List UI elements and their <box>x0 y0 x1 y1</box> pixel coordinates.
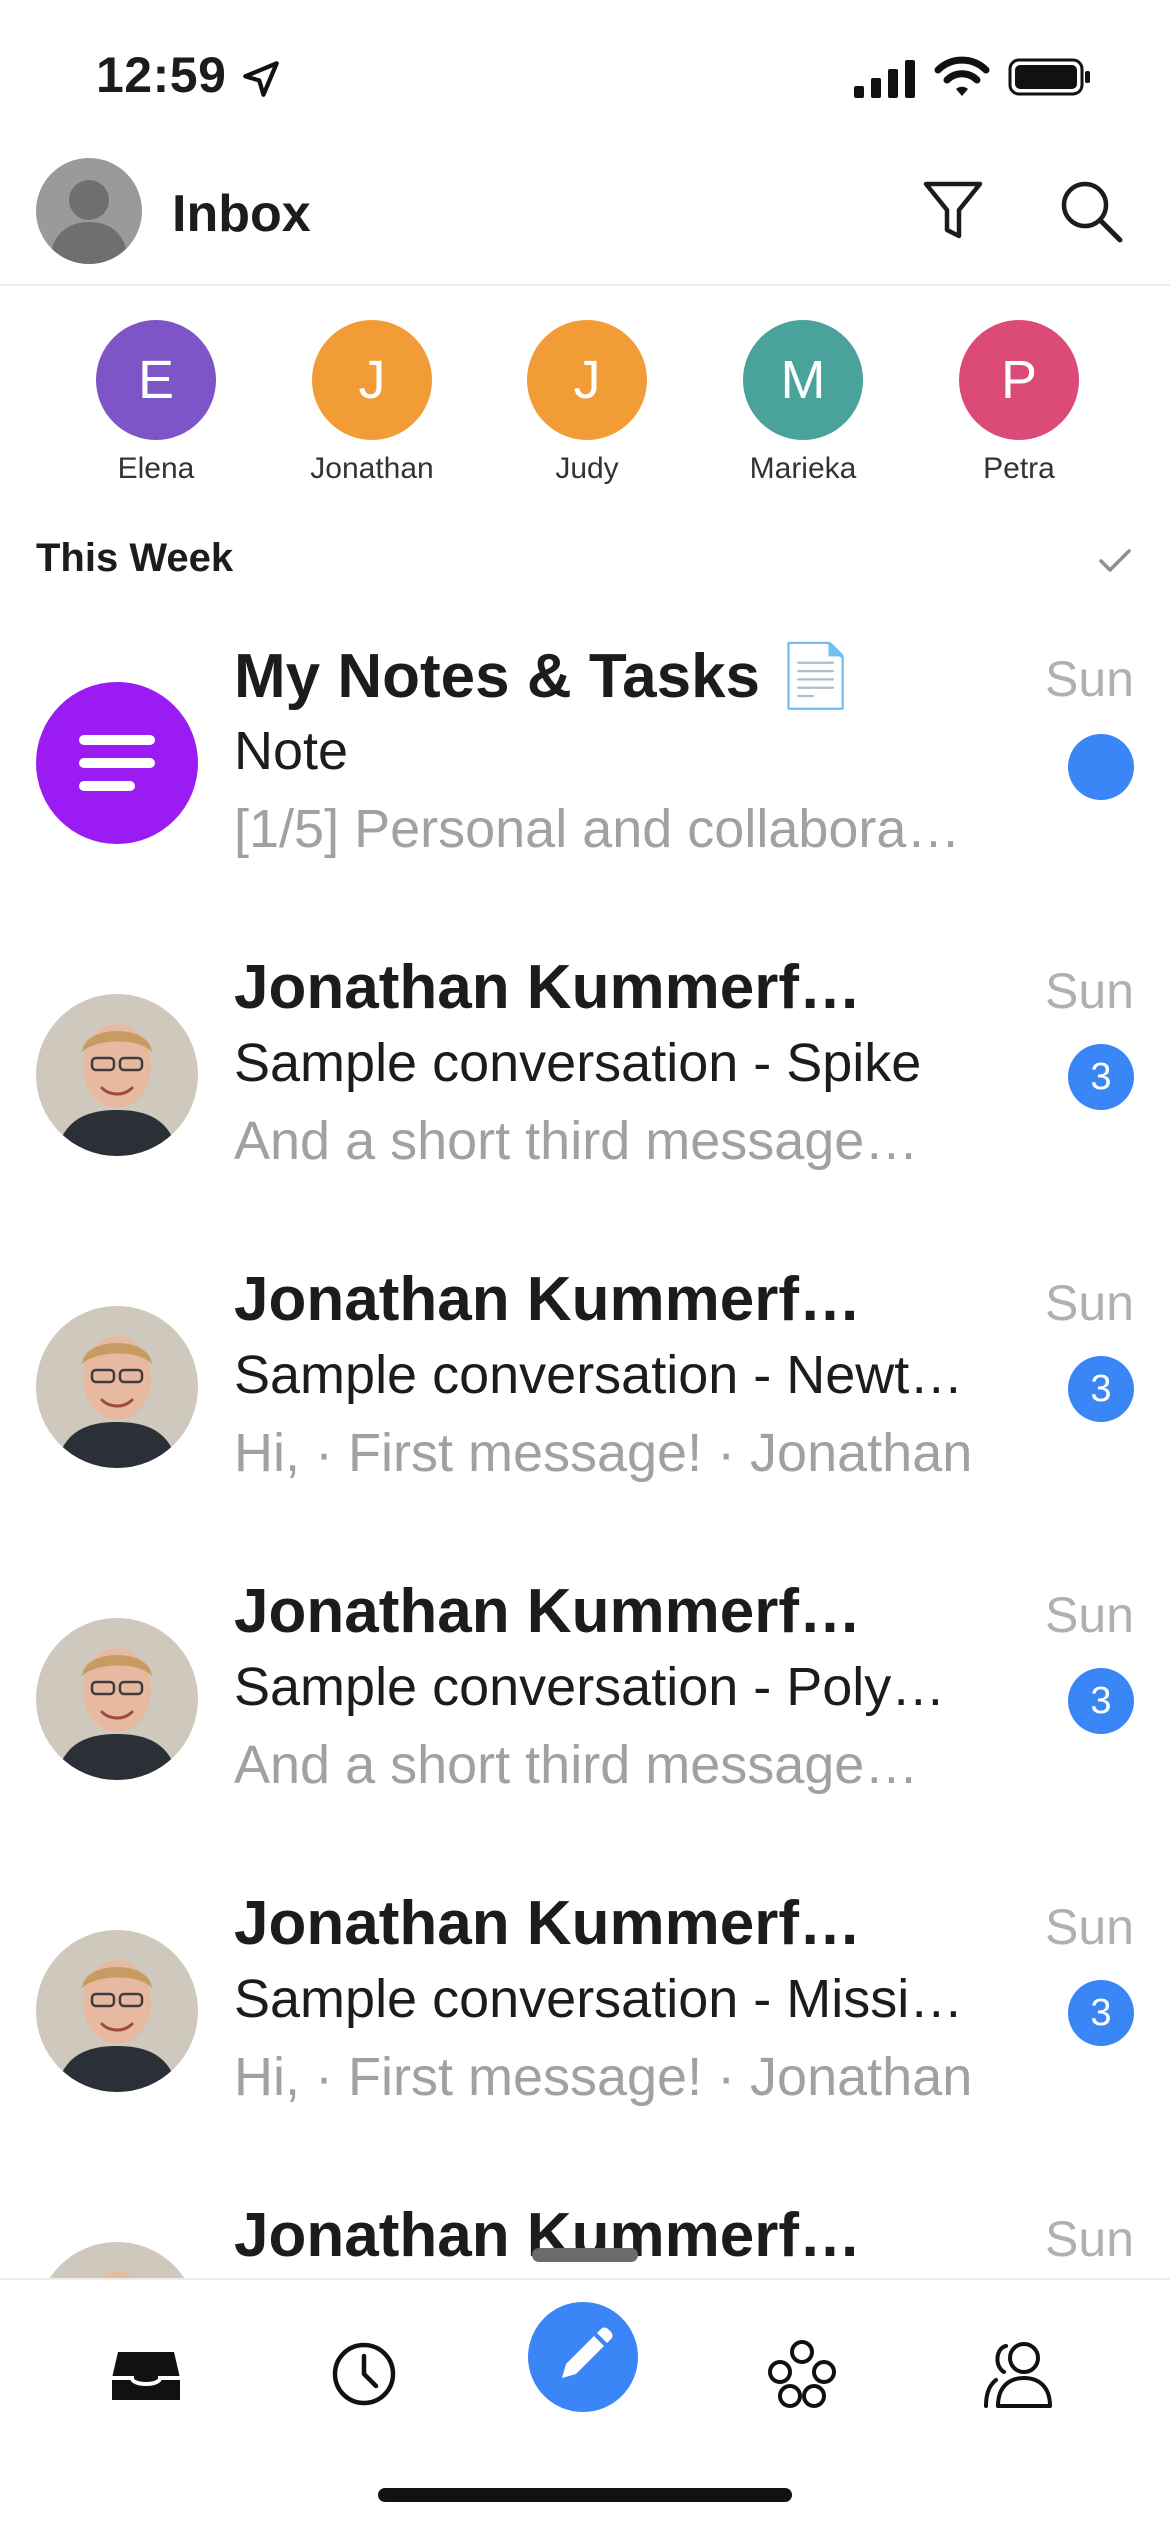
email-subject: Note <box>234 721 349 781</box>
page-title: Inbox <box>172 185 311 243</box>
email-date: Sun <box>1045 1587 1134 1643</box>
groups-icon[interactable] <box>762 2334 842 2414</box>
email-subject: Sample conversation - Missi… <box>234 1969 964 2029</box>
drag-handle[interactable] <box>532 2248 638 2262</box>
cellular-signal-icon <box>854 60 915 98</box>
location-arrow-icon <box>243 61 279 97</box>
email-preview: And a short third message… <box>234 1111 919 1171</box>
email-sender: Jonathan Kummerf… <box>234 1577 861 1646</box>
contact-avatar: J <box>312 320 432 440</box>
email-date: Sun <box>1045 1275 1134 1331</box>
battery-icon <box>1008 58 1090 96</box>
contact-marieka[interactable]: M Marieka <box>713 320 893 486</box>
contact-name: Petra <box>983 452 1055 485</box>
contact-name: Marieka <box>749 452 857 485</box>
unread-count-badge: 3 <box>1068 1980 1134 2046</box>
home-indicator <box>378 2488 792 2502</box>
email-row[interactable]: Jonathan Kummerf… Sun Sample conversatio… <box>0 1576 1170 1888</box>
inbox-icon[interactable] <box>106 2334 186 2414</box>
clock-icon[interactable] <box>324 2334 404 2414</box>
email-sender: My Notes & Tasks 📄 <box>234 642 855 711</box>
email-row[interactable]: Jonathan Kummerf… Sun Sample conversatio… <box>0 1888 1170 2200</box>
email-preview: Hi, · First message! · Jonathan <box>234 1423 973 1483</box>
contact-name: Elena <box>117 452 195 485</box>
email-sender: Jonathan Kummerf… <box>234 1265 861 1334</box>
email-preview: And a short third message… <box>234 1735 919 1795</box>
filter-icon[interactable] <box>922 178 984 244</box>
contact-petra[interactable]: P Petra <box>929 320 1109 486</box>
email-subject: Sample conversation - Poly… <box>234 1657 946 1717</box>
email-date: Sun <box>1045 963 1134 1019</box>
email-row[interactable]: Jonathan Kummerf… Sun Sample conversatio… <box>0 1264 1170 1576</box>
unread-dot <box>1068 734 1134 800</box>
sender-avatar-photo <box>36 1306 198 1468</box>
email-preview: Hi, · First message! · Jonathan <box>234 2047 973 2107</box>
contact-judy[interactable]: J Judy <box>497 320 677 486</box>
sender-avatar-photo <box>36 1930 198 2092</box>
person-photo-icon <box>36 2242 198 2278</box>
contact-name: Jonathan <box>310 452 434 485</box>
profile-avatar[interactable] <box>36 158 142 264</box>
search-icon[interactable] <box>1058 178 1124 244</box>
person-photo-icon <box>36 1930 198 2092</box>
person-photo-icon <box>36 1306 198 1468</box>
email-date: Sun <box>1045 1899 1134 1955</box>
email-preview: [1/5] Personal and collabora… <box>234 799 961 859</box>
status-time: 12:59 <box>96 47 227 103</box>
email-sender: Jonathan Kummerf… <box>234 953 861 1022</box>
contact-avatar: E <box>96 320 216 440</box>
sender-avatar-photo <box>36 1618 198 1780</box>
pencil-icon <box>562 2327 613 2378</box>
person-photo-icon <box>36 1618 198 1780</box>
inbox-header: Inbox <box>0 150 1170 286</box>
unread-count-badge: 3 <box>1068 1044 1134 1110</box>
notes-avatar <box>36 682 198 844</box>
unread-count-badge: 3 <box>1068 1356 1134 1422</box>
email-row[interactable]: Jonathan Kummerf… Sun <box>0 2200 1170 2278</box>
sender-avatar-photo <box>36 2242 198 2278</box>
contact-avatar: P <box>959 320 1079 440</box>
notes-lines-icon <box>79 735 155 791</box>
person-placeholder-icon <box>50 180 128 264</box>
email-date: Sun <box>1045 651 1134 707</box>
contact-elena[interactable]: E Elena <box>66 320 246 486</box>
email-sender: Jonathan Kummerf… <box>234 1889 861 1958</box>
email-subject: Sample conversation - Newt… <box>234 1345 964 1405</box>
compose-button[interactable] <box>528 2302 638 2412</box>
mark-all-done-check-icon[interactable] <box>1098 546 1132 576</box>
section-title: This Week <box>36 536 234 580</box>
email-date: Sun <box>1045 2211 1134 2267</box>
contact-jonathan[interactable]: J Jonathan <box>282 320 462 486</box>
contact-name: Judy <box>555 452 619 485</box>
favorite-contacts-strip: E Elena J Jonathan J Judy M Marieka P Pe… <box>0 286 1170 496</box>
contact-avatar: M <box>743 320 863 440</box>
email-subject: Sample conversation - Spike <box>234 1033 922 1093</box>
sender-avatar-photo <box>36 994 198 1156</box>
email-row[interactable]: Jonathan Kummerf… Sun Sample conversatio… <box>0 952 1170 1264</box>
contacts-icon[interactable] <box>980 2334 1060 2414</box>
status-bar: 12:59 <box>0 0 1170 150</box>
person-photo-icon <box>36 994 198 1156</box>
contact-avatar: J <box>527 320 647 440</box>
wifi-icon <box>934 56 990 96</box>
email-row-notes[interactable]: My Notes & Tasks 📄 Sun Note [1/5] Person… <box>0 640 1170 952</box>
unread-count-badge: 3 <box>1068 1668 1134 1734</box>
